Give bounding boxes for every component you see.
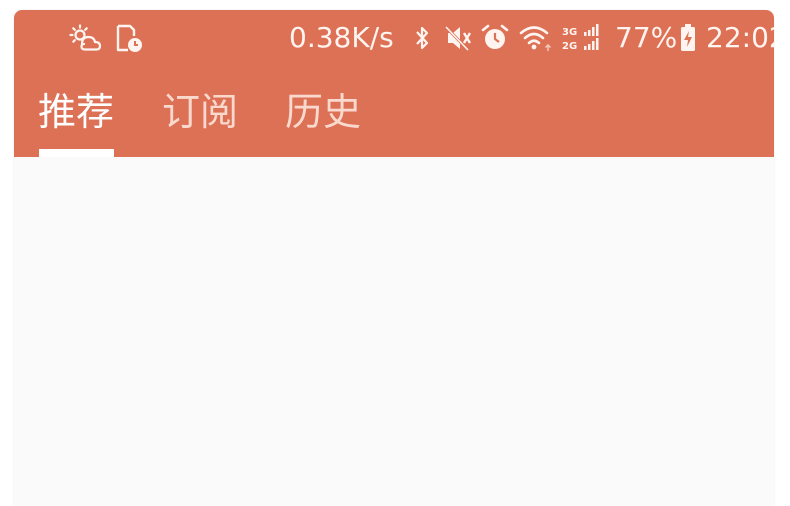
app-bar: 0.38K/s 3G 2G 77% 22:0 推荐 订阅 历史	[14, 10, 774, 157]
tab-bar: 推荐 订阅 历史	[14, 80, 774, 157]
alarm-icon	[480, 22, 510, 54]
network-type-2g: 2G	[562, 41, 577, 52]
vibrate-mute-icon	[442, 22, 474, 54]
tab-recommend[interactable]: 推荐	[38, 80, 114, 157]
content-area	[14, 157, 774, 506]
network-speed: 0.38K/s	[289, 21, 394, 54]
tab-history[interactable]: 历史	[285, 80, 361, 157]
tab-indicator	[39, 149, 114, 157]
tab-subscribe[interactable]: 订阅	[162, 80, 238, 157]
weather-cloud-sun-icon	[68, 22, 104, 54]
phone-screen: 0.38K/s 3G 2G 77% 22:0 推荐 订阅 历史	[14, 10, 774, 506]
clock-time: 22:02	[706, 21, 774, 54]
bluetooth-icon	[412, 22, 432, 54]
battery-percent: 77%	[615, 21, 678, 54]
wifi-icon	[518, 22, 554, 54]
cellular-signal-icon: 3G 2G	[560, 22, 606, 54]
battery-charging-icon	[678, 22, 698, 54]
network-type-3g: 3G	[562, 27, 577, 38]
status-bar: 0.38K/s 3G 2G 77% 22:0	[14, 10, 774, 68]
file-clock-icon	[114, 22, 144, 54]
